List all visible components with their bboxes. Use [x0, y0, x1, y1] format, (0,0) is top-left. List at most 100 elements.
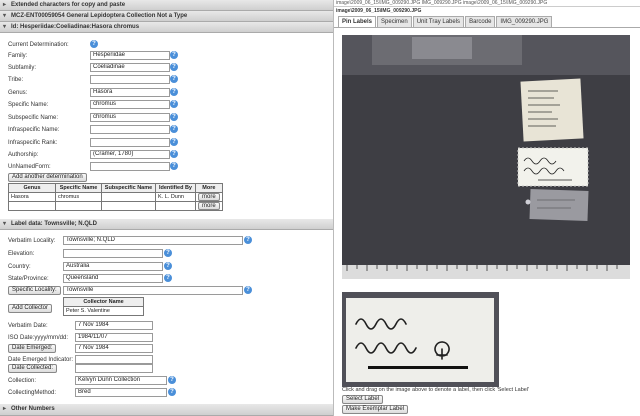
more-button[interactable]: more	[198, 202, 220, 210]
collapse-arrow-icon: ▸	[3, 2, 7, 8]
help-icon[interactable]: ?	[170, 150, 178, 158]
table-cell[interactable]: chromus	[55, 192, 102, 202]
table-header: Identified By	[155, 183, 196, 193]
help-icon[interactable]: ?	[164, 262, 172, 270]
infraspecific-name-field[interactable]	[90, 125, 170, 134]
help-icon[interactable]: ?	[164, 249, 172, 257]
family-field[interactable]: Hesperiidae	[90, 51, 170, 60]
verbatim-date-field[interactable]: 7 Nov 1984	[75, 321, 153, 330]
help-icon[interactable]: ?	[168, 376, 176, 384]
help-icon[interactable]: ?	[170, 138, 178, 146]
other-numbers-header[interactable]: ▸ Other Numbers	[0, 404, 333, 416]
table-row: more	[8, 201, 223, 211]
table-cell[interactable]	[101, 201, 156, 211]
help-icon[interactable]: ?	[170, 51, 178, 59]
collapse-arrow-icon: ▸	[3, 406, 7, 412]
identification-header[interactable]: ▾ Id: Hesperiidae:Coeliadinae:Hasora chro…	[0, 22, 333, 33]
table-cell[interactable]: Hasora	[8, 192, 56, 202]
table-row: Peter S. Valentine	[63, 306, 144, 316]
help-icon[interactable]: ?	[170, 125, 178, 133]
specimen-photo[interactable]	[342, 35, 630, 279]
genus-field[interactable]: Hasora	[90, 88, 170, 97]
tab-specimen[interactable]: Specimen	[377, 16, 412, 27]
catalog-number-header[interactable]: ▾ MCZ-ENT00059054 General Lepidoptera Col…	[0, 11, 333, 22]
collectors-table: Collector Name Peter S. Valentine	[63, 297, 144, 316]
infraspecific-rank-field[interactable]	[90, 138, 170, 147]
verbatim-date-label: Verbatim Date:	[8, 323, 48, 329]
add-determination-button[interactable]: Add another determination	[8, 173, 87, 182]
help-icon[interactable]: ?	[170, 75, 178, 83]
help-icon[interactable]: ?	[164, 274, 172, 282]
select-label-help-text: Click and drag on the image above to den…	[342, 387, 530, 393]
subfamily-field[interactable]: Coeliadinae	[90, 63, 170, 72]
verbatim-locality-label: Verbatim Locality:	[8, 238, 56, 244]
specimen-form-panel: ▸ Extended characters for copy and paste …	[0, 0, 334, 416]
collection-label: Collection:	[8, 378, 37, 384]
help-icon[interactable]: ?	[168, 388, 176, 396]
selected-label-preview	[342, 292, 499, 387]
unnamed-form-field[interactable]	[90, 162, 170, 171]
help-icon[interactable]: ?	[244, 286, 252, 294]
section-extended-characters[interactable]: ▸ Extended characters for copy and paste	[0, 0, 333, 11]
tab-barcode[interactable]: Barcode	[465, 16, 496, 27]
date-emerged-field[interactable]: 7 Nov 1984	[75, 344, 153, 353]
image-path-line: image\2009_06_15\IMG_009290.JPG IMG_0092…	[334, 0, 640, 7]
collection-field[interactable]: Kelvyn Dunn Collection	[75, 376, 167, 385]
specific-name-field[interactable]: chromus	[90, 100, 170, 109]
image-path-bar: image\2009_06_15\IMG_009290.JPG IMG_0092…	[334, 0, 640, 16]
help-icon[interactable]: ?	[170, 88, 178, 96]
table-cell[interactable]	[55, 201, 102, 211]
state-province-field[interactable]: Queensland	[63, 274, 163, 283]
help-icon[interactable]: ?	[244, 236, 252, 244]
verbatim-locality-field[interactable]: Townsville; N.QLD	[63, 236, 243, 245]
image-tabs: Pin Labels Specimen Unit Tray Labels Bar…	[338, 16, 553, 27]
tribe-field[interactable]	[90, 75, 170, 84]
date-collected-field[interactable]	[75, 364, 153, 373]
help-icon[interactable]: ?	[170, 113, 178, 121]
specific-locality-field[interactable]: Townsville	[63, 286, 243, 295]
table-cell[interactable]	[155, 201, 196, 211]
table-header: Subspecific Name	[101, 183, 156, 193]
tab-image-file[interactable]: IMG_009290.JPG	[496, 16, 553, 27]
specific-locality-button[interactable]: Specific Locality:	[8, 286, 61, 295]
date-emerged-button[interactable]: Date Emerged:	[8, 344, 57, 353]
date-collected-button[interactable]: Date Collected:	[8, 364, 58, 373]
iso-date-field[interactable]: 1984/11/07	[75, 333, 153, 342]
collector-name-field[interactable]: Peter S. Valentine	[63, 306, 144, 316]
label-data-header[interactable]: ▾ Label data: Townsville; N.QLD	[0, 219, 333, 230]
state-province-label: State/Province:	[8, 276, 49, 282]
infraspecific-rank-label: Infraspecific Rank:	[8, 140, 58, 146]
collecting-method-field[interactable]: Bred	[75, 388, 167, 397]
help-icon[interactable]: ?	[90, 40, 98, 48]
help-icon[interactable]: ?	[170, 63, 178, 71]
more-button[interactable]: more	[198, 193, 220, 201]
elevation-field[interactable]	[63, 249, 163, 258]
subfamily-label: Subfamily:	[8, 65, 37, 71]
make-exemplar-label-button[interactable]: Make Exemplar Label	[342, 405, 409, 414]
help-icon[interactable]: ?	[170, 100, 178, 108]
authorship-field[interactable]: (Cramer, 1780)	[90, 150, 170, 159]
tab-unit-tray-labels[interactable]: Unit Tray Labels	[412, 16, 465, 27]
date-emerged-indicator-label: Date Emerged Indicator:	[8, 357, 74, 363]
date-emerged-indicator-field[interactable]	[75, 355, 153, 364]
country-label: Country:	[8, 264, 31, 270]
select-label-button[interactable]: Select Label	[342, 395, 384, 404]
table-header: Collector Name	[63, 297, 144, 307]
country-field[interactable]: Australia	[63, 262, 163, 271]
family-label: Family:	[8, 53, 28, 59]
collecting-method-label: CollectingMethod:	[8, 390, 57, 396]
unnamed-form-label: UnNamedForm:	[8, 164, 51, 170]
image-title: image\2009_06_15\IMG_009290.JPG	[336, 8, 422, 14]
tab-pin-labels[interactable]: Pin Labels	[338, 16, 377, 27]
label-crop-image	[342, 292, 499, 387]
add-collector-button[interactable]: Add Collector	[8, 304, 53, 313]
specimen-photo-image	[342, 35, 630, 279]
specific-name-label: Specific Name:	[8, 102, 49, 108]
table-cell[interactable]: K. L. Dunn	[155, 192, 196, 202]
help-icon[interactable]: ?	[170, 162, 178, 170]
image-viewer-panel: image\2009_06_15\IMG_009290.JPG IMG_0092…	[334, 0, 640, 416]
subspecific-name-field[interactable]: chromus	[90, 113, 170, 122]
iso-date-label: ISO Date:yyyy/mm/dd:	[8, 335, 69, 341]
table-cell[interactable]	[8, 201, 56, 211]
table-cell[interactable]	[101, 192, 156, 202]
